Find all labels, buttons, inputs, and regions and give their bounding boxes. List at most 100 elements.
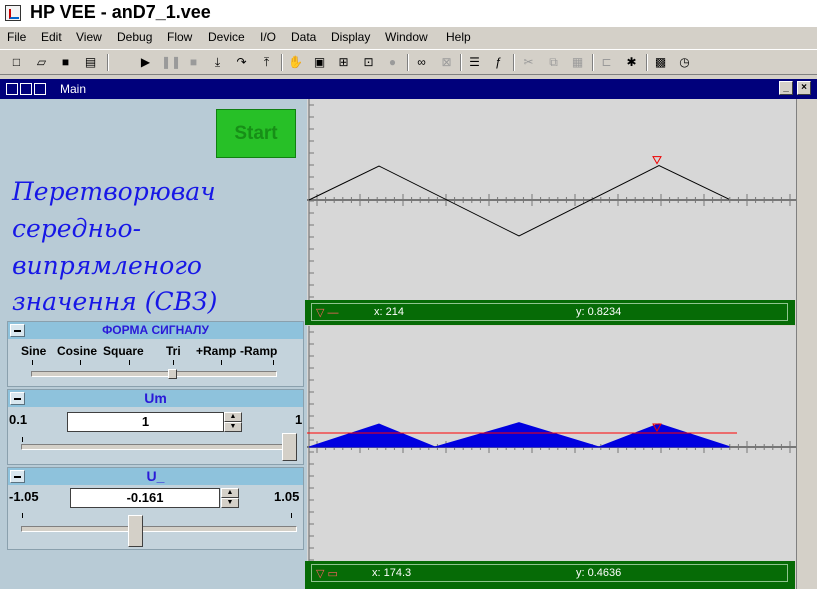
- spin-up-icon[interactable]: ▲: [224, 412, 242, 422]
- menu-display[interactable]: Display: [331, 30, 370, 44]
- align-icon[interactable]: ⊏: [598, 54, 615, 70]
- u0-control: U_ -1.05 1.05 -0.161 ▲ ▼: [7, 467, 304, 550]
- panel-view-icon[interactable]: [20, 83, 32, 95]
- heading-line-1: Перетворювач: [12, 177, 216, 206]
- u0-min-label: -1.05: [9, 489, 39, 504]
- start-button[interactable]: Start: [216, 109, 296, 158]
- bottom-plot[interactable]: [307, 326, 796, 561]
- cut-icon[interactable]: ✂: [520, 54, 537, 70]
- object-icon[interactable]: ▣: [311, 54, 328, 70]
- signal-form-slider-thumb[interactable]: [168, 369, 177, 379]
- um-max-label: 1: [295, 412, 303, 427]
- signal-form-control: ФОРМА СИГНАЛУ Sine Cosine Square Tri +Ra…: [7, 321, 304, 387]
- option-tri[interactable]: Tri: [166, 344, 181, 358]
- rectified-area: [308, 422, 730, 448]
- menu-help[interactable]: Help: [446, 30, 471, 44]
- option-ramp-down[interactable]: -Ramp: [240, 344, 277, 358]
- run-icon[interactable]: ▶: [137, 54, 154, 70]
- data-flow-icon[interactable]: ⊞: [335, 54, 352, 70]
- activity-icon[interactable]: ●: [384, 54, 401, 70]
- u0-title: U_: [146, 468, 165, 484]
- pause-icon[interactable]: ❚❚: [161, 54, 181, 70]
- print-icon[interactable]: ▤: [82, 54, 99, 70]
- menu-edit[interactable]: Edit: [41, 30, 62, 44]
- u0-input[interactable]: -0.161: [70, 488, 220, 508]
- u0-max-label: 1.05: [274, 489, 300, 504]
- title-bar: HP VEE - anD7_1.vee: [0, 0, 817, 27]
- spin-up-icon[interactable]: ▲: [221, 488, 239, 498]
- heading-line-2: середньо-: [12, 214, 142, 243]
- option-ramp-up[interactable]: +Ramp: [196, 344, 236, 358]
- marker-icon: ▽ ▭: [316, 568, 338, 580]
- menu-debug[interactable]: Debug: [117, 30, 152, 44]
- um-control: Um 0.1 1 1 ▲ ▼: [7, 389, 304, 465]
- u0-spinner[interactable]: ▲ ▼: [221, 488, 239, 508]
- um-input[interactable]: 1: [67, 412, 224, 432]
- stop-icon[interactable]: ■: [185, 54, 202, 70]
- step-over-icon[interactable]: ↷: [233, 54, 250, 70]
- hand-icon[interactable]: ✋: [287, 54, 304, 70]
- control-panel: Start Перетворювач середньо- випрямленог…: [0, 99, 307, 589]
- panel-icon[interactable]: ▩: [652, 54, 669, 70]
- main-window-titlebar: Main _ ×: [0, 79, 817, 99]
- function-icon[interactable]: ƒ: [490, 54, 507, 70]
- um-slider-thumb[interactable]: [282, 433, 297, 461]
- open-icon[interactable]: ▱: [33, 54, 50, 70]
- um-title: Um: [144, 390, 167, 406]
- spin-down-icon[interactable]: ▼: [224, 422, 242, 432]
- step-out-icon[interactable]: ⤒: [258, 54, 275, 70]
- marker-icon: ▽ —: [316, 307, 339, 319]
- menu-window[interactable]: Window: [385, 30, 428, 44]
- menu-view[interactable]: View: [76, 30, 102, 44]
- bottom-plot-legend: ▽ ▭ x: 174.3 y: 0.4636: [305, 561, 795, 589]
- paste-icon[interactable]: ▦: [569, 54, 586, 70]
- menu-device[interactable]: Device: [208, 30, 245, 44]
- heading-line-4: значення (СВЗ): [12, 287, 218, 316]
- heading-line-3: випрямленого: [12, 251, 202, 280]
- step-into-icon[interactable]: ⤓: [209, 54, 226, 70]
- um-spinner[interactable]: ▲ ▼: [224, 412, 242, 432]
- signal-form-slider[interactable]: [31, 371, 277, 377]
- window-title: HP VEE - anD7_1.vee: [30, 2, 211, 22]
- right-scroll-strip[interactable]: [796, 99, 817, 589]
- top-plot-legend: ▽ — x: 214 y: 0.8234: [305, 300, 795, 325]
- find-icon[interactable]: ⊠: [438, 54, 455, 70]
- top-marker-x: x: 214: [374, 306, 404, 318]
- close-button[interactable]: ×: [797, 81, 811, 95]
- menu-data[interactable]: Data: [291, 30, 316, 44]
- option-sine[interactable]: Sine: [21, 344, 46, 358]
- top-marker-y: y: 0.8234: [576, 306, 622, 318]
- app-icon: [5, 5, 21, 21]
- menu-flow[interactable]: Flow: [167, 30, 192, 44]
- top-plot[interactable]: [307, 99, 796, 300]
- menu-bar: File Edit View Debug Flow Device I/O Dat…: [0, 28, 817, 47]
- tree-icon[interactable]: ✱: [623, 54, 640, 70]
- main-window-title: Main: [60, 82, 87, 96]
- window-menu-icon[interactable]: [34, 83, 46, 95]
- menu-file[interactable]: File: [7, 30, 26, 44]
- bottom-marker-x: x: 174.3: [372, 567, 412, 579]
- properties-icon[interactable]: ☰: [466, 54, 483, 70]
- spin-down-icon[interactable]: ▼: [221, 498, 239, 508]
- top-plot-svg: [307, 99, 796, 300]
- bottom-marker-y: y: 0.4636: [576, 567, 622, 579]
- signal-form-title: ФОРМА СИГНАЛУ: [102, 323, 209, 337]
- um-min-label: 0.1: [9, 412, 28, 427]
- minimize-button[interactable]: _: [779, 81, 793, 95]
- bottom-plot-svg: [307, 326, 796, 561]
- save-icon[interactable]: ■: [57, 54, 74, 70]
- option-cosine[interactable]: Cosine: [57, 344, 102, 358]
- um-slider[interactable]: [21, 444, 297, 450]
- option-square[interactable]: Square: [103, 344, 144, 358]
- line-probe-icon[interactable]: ⊡: [360, 54, 377, 70]
- u0-slider[interactable]: [21, 526, 297, 532]
- new-icon[interactable]: □: [8, 54, 25, 70]
- detail-view-icon[interactable]: [6, 83, 18, 95]
- marker-icon: [652, 156, 662, 165]
- menu-io[interactable]: I/O: [260, 30, 276, 44]
- toolbar: □ ▱ ■ ▤ ▶ ❚❚ ■ ⤓ ↷ ⤒ ✋ ▣ ⊞ ⊡ ● ∞ ⊠ ☰ ƒ ✂…: [0, 49, 817, 75]
- copy-icon[interactable]: ⧉: [545, 54, 562, 70]
- binoculars-icon[interactable]: ∞: [413, 54, 430, 70]
- timer-icon[interactable]: ◷: [676, 54, 693, 70]
- u0-slider-thumb[interactable]: [128, 515, 143, 547]
